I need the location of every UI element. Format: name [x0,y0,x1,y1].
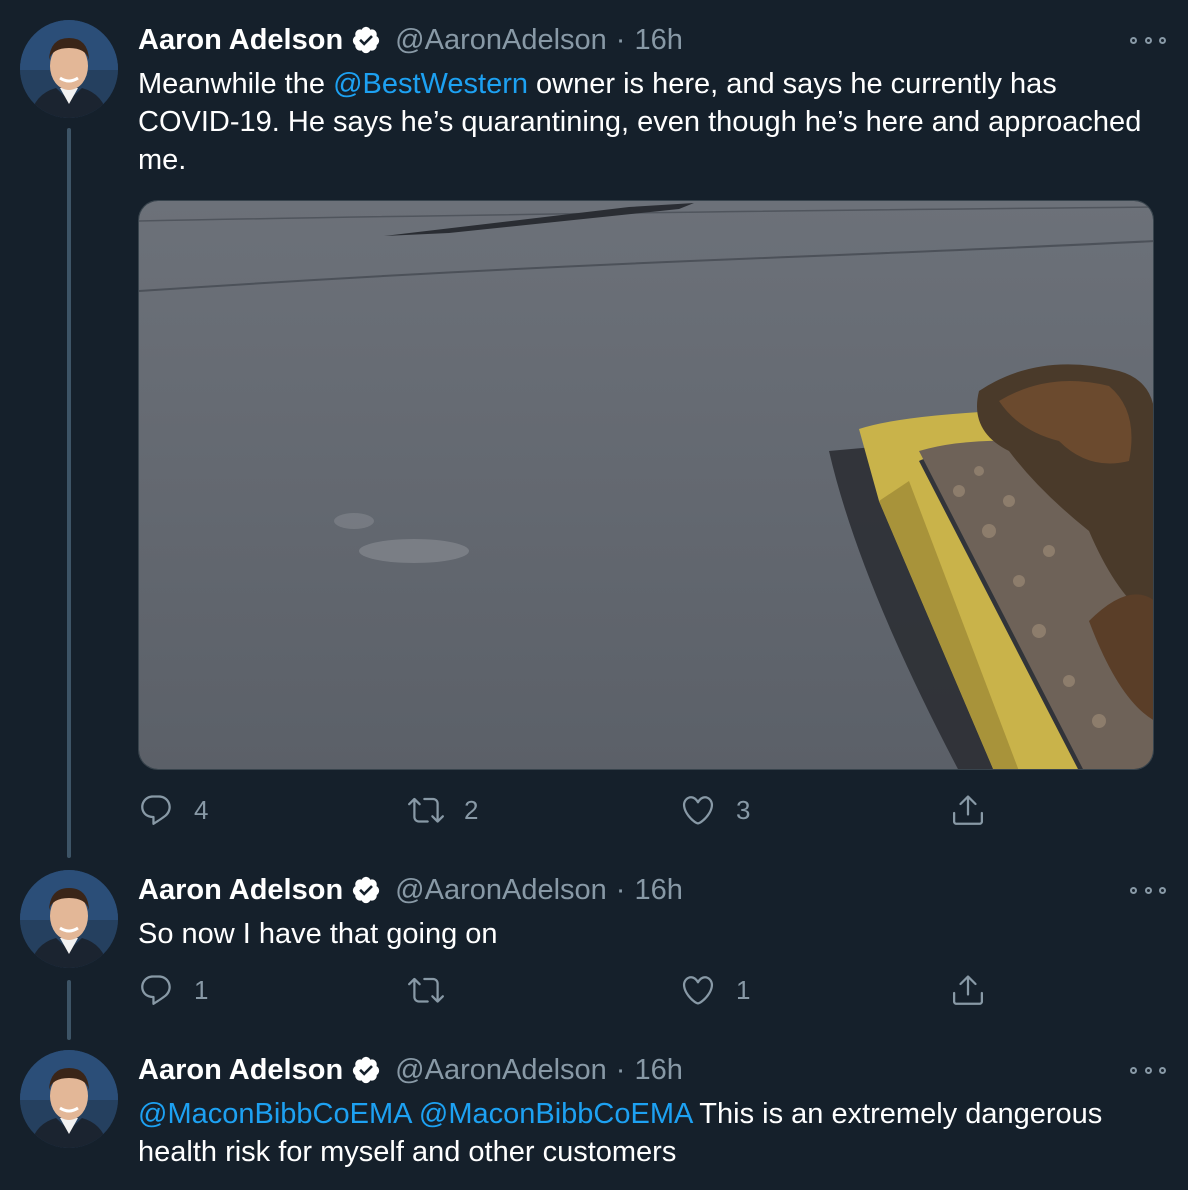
mention-link[interactable]: @MaconBibbCoEMA [138,1098,411,1130]
tweet-text-part: Meanwhile the [138,68,334,100]
author-name[interactable]: Aaron Adelson [138,874,343,907]
author-handle[interactable]: @AaronAdelson [395,874,607,907]
reply-button[interactable]: 1 [138,970,208,1010]
author-handle[interactable]: @AaronAdelson [395,24,607,57]
tweet-header: Aaron Adelson @AaronAdelson · 16h [138,872,683,908]
verified-badge-icon [353,26,380,54]
tweet-header: Aaron Adelson @AaronAdelson · 16h [138,1052,683,1088]
author-name[interactable]: Aaron Adelson [138,1054,343,1087]
heart-icon [682,796,714,825]
timestamp[interactable]: 16h [634,1054,682,1087]
reply-icon [141,975,171,1005]
reply-icon [141,795,171,825]
tweet-text: @MaconBibbCoEMA @MaconBibbCoEMA This is … [138,1095,1158,1171]
timestamp[interactable]: 16h [634,874,682,907]
verified-badge-icon [353,876,380,904]
like-button[interactable]: 3 [680,790,750,830]
share-button[interactable] [950,970,1006,1010]
retweet-icon [408,977,444,1003]
share-icon [953,795,983,825]
verified-badge-icon [353,1056,380,1084]
avatar[interactable] [20,870,118,968]
tweet-text: Meanwhile the @BestWestern owner is here… [138,65,1158,179]
like-count: 3 [736,794,751,825]
retweet-icon [408,797,444,823]
tweet-header: Aaron Adelson @AaronAdelson · 16h [138,22,683,58]
tweet[interactable]: Aaron Adelson @AaronAdelson · 16h Meanwh… [0,0,1188,850]
share-icon [953,975,983,1005]
more-options-icon[interactable] [1130,1060,1166,1080]
separator-dot: · [615,1053,626,1086]
mention-link[interactable]: @MaconBibbCoEMA [419,1098,692,1130]
more-options-icon[interactable] [1130,30,1166,50]
author-name[interactable]: Aaron Adelson [138,24,343,57]
tweet-actions: 4 2 3 [138,790,1158,830]
like-button[interactable]: 1 [680,970,750,1010]
avatar[interactable] [20,1050,118,1148]
separator-dot: · [615,23,626,56]
reply-count: 1 [194,974,209,1005]
separator-dot: · [615,873,626,906]
tweet[interactable]: Aaron Adelson @AaronAdelson · 16h @Macon… [0,1030,1188,1190]
timestamp[interactable]: 16h [634,24,682,57]
retweet-button[interactable] [408,970,464,1010]
share-button[interactable] [950,790,1006,830]
avatar[interactable] [20,20,118,118]
tweet-actions: 1 1 [138,970,1158,1010]
heart-icon [682,976,714,1005]
tweet-text: So now I have that going on [138,918,498,950]
reply-count: 4 [194,794,209,825]
tweet-photo[interactable] [138,200,1154,770]
reply-button[interactable]: 4 [138,790,208,830]
more-options-icon[interactable] [1130,880,1166,900]
retweet-button[interactable]: 2 [408,790,478,830]
like-count: 1 [736,974,751,1005]
tweet[interactable]: Aaron Adelson @AaronAdelson · 16h So now… [0,850,1188,1030]
author-handle[interactable]: @AaronAdelson [395,1054,607,1087]
mention-link[interactable]: @BestWestern [333,68,528,100]
retweet-count: 2 [464,794,479,825]
